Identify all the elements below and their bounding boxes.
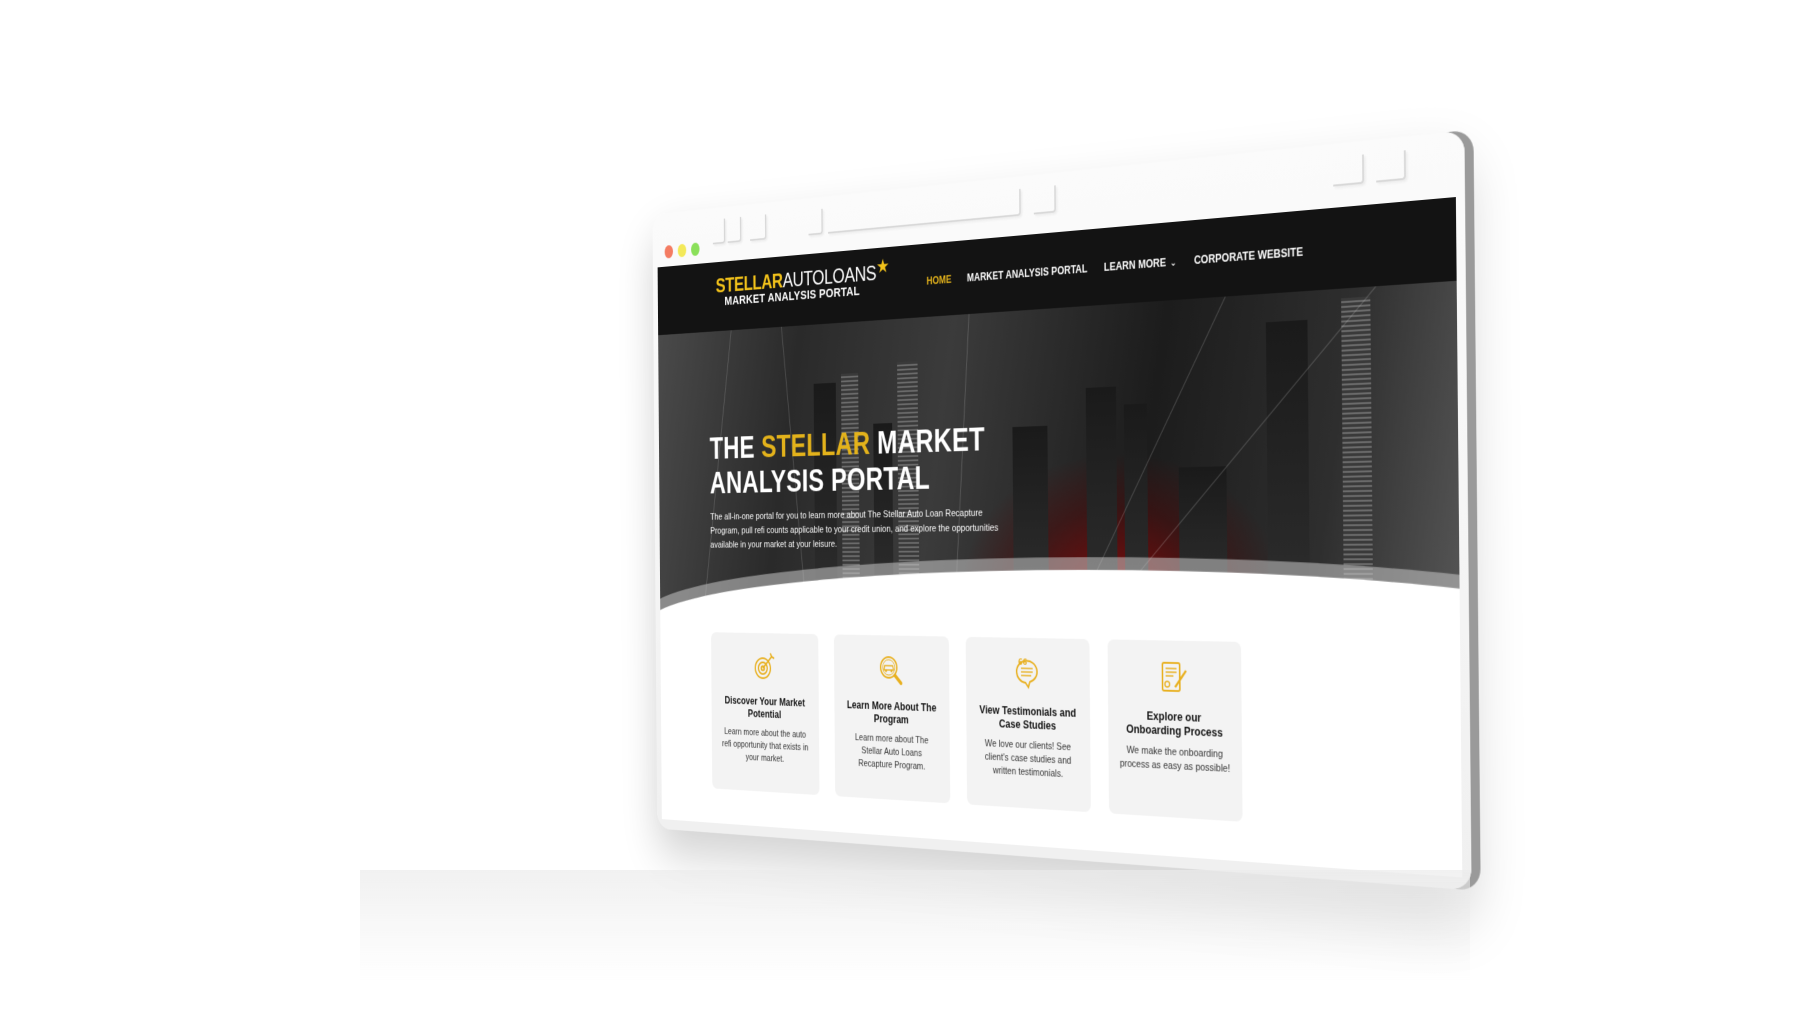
browser-tab-stub[interactable] xyxy=(749,214,767,241)
card-description: Learn more about The Stellar Auto Loans … xyxy=(854,732,929,773)
nav-corporate-website[interactable]: CORPORATE WEBSITE xyxy=(1194,245,1303,267)
browser-window: STELLARAUTOLOANS★ MARKET ANALYSIS PORTAL… xyxy=(652,130,1472,891)
card-title: Explore our Onboarding Process xyxy=(1126,709,1223,740)
nav-home[interactable]: HOME xyxy=(926,273,951,287)
page-viewport: STELLARAUTOLOANS★ MARKET ANALYSIS PORTAL… xyxy=(657,197,1463,878)
hero-section: THE STELLAR MARKET ANALYSIS PORTAL The a… xyxy=(658,280,1460,620)
svg-text:66: 66 xyxy=(1018,658,1027,668)
hero-title-highlight: STELLAR xyxy=(761,425,871,465)
card-testimonials[interactable]: 66 View Testimonials and Case Studies We… xyxy=(965,636,1091,813)
card-onboarding-process[interactable]: Explore our Onboarding Process We make t… xyxy=(1107,639,1243,822)
hero-light-streak xyxy=(1113,286,1377,603)
nav-learn-more-label: LEARN MORE xyxy=(1103,256,1167,274)
chevron-down-icon: ⌄ xyxy=(1169,257,1177,269)
hero-building xyxy=(1341,296,1373,580)
card-description: We make the onboarding process as easy a… xyxy=(1119,744,1231,775)
card-description: We love our clients! See client's case s… xyxy=(984,738,1072,780)
nav-learn-more[interactable]: LEARN MORE ⌄ xyxy=(1104,255,1177,274)
site-logo[interactable]: STELLARAUTOLOANS★ MARKET ANALYSIS PORTAL xyxy=(716,255,890,309)
card-description: Learn more about the auto refi opportuni… xyxy=(722,726,809,765)
hero-building xyxy=(1178,466,1228,580)
browser-tab-stub[interactable] xyxy=(808,208,823,236)
hero-content: THE STELLAR MARKET ANALYSIS PORTAL The a… xyxy=(709,420,1001,552)
minimize-window-button[interactable] xyxy=(677,243,687,258)
hero-building xyxy=(1085,386,1118,580)
star-icon: ★ xyxy=(876,254,890,278)
target-icon xyxy=(751,650,776,684)
card-learn-about-program[interactable]: Learn More About The Program Learn more … xyxy=(833,634,951,804)
mockup-reflection xyxy=(360,870,1470,1029)
main-menu: HOME MARKET ANALYSIS PORTAL LEARN MORE ⌄ … xyxy=(926,245,1303,287)
close-window-button[interactable] xyxy=(664,244,674,259)
card-title: Learn More About The Program xyxy=(846,698,937,727)
browser-tab-stub[interactable] xyxy=(1375,150,1406,183)
hero-building xyxy=(1012,425,1049,579)
magnifier-car-icon xyxy=(877,652,904,687)
card-title: Discover Your Market Potential xyxy=(724,694,806,721)
mockup-stage: STELLARAUTOLOANS★ MARKET ANALYSIS PORTAL… xyxy=(0,0,1800,1029)
card-discover-market-potential[interactable]: Discover Your Market Potential Learn mor… xyxy=(711,632,820,796)
hero-wave-divider xyxy=(658,569,1460,620)
browser-tab-stub[interactable] xyxy=(712,218,726,245)
browser-tab-stub[interactable] xyxy=(1033,185,1056,215)
hero-building xyxy=(1265,319,1310,580)
hero-title: THE STELLAR MARKET ANALYSIS PORTAL xyxy=(709,420,1001,500)
nav-market-analysis-portal[interactable]: MARKET ANALYSIS PORTAL xyxy=(967,262,1088,284)
contract-sign-icon xyxy=(1158,659,1190,697)
testimonial-bubble-icon: 66 xyxy=(1012,656,1041,693)
hero-subtitle: The all-in-one portal for you to learn m… xyxy=(710,507,999,551)
feature-cards: Discover Your Market Potential Learn mor… xyxy=(711,632,1243,822)
browser-tab-stub[interactable] xyxy=(1332,154,1365,187)
hero-title-prefix: THE xyxy=(709,429,762,466)
maximize-window-button[interactable] xyxy=(690,242,700,257)
hero-building xyxy=(1123,403,1149,580)
address-bar[interactable] xyxy=(827,188,1021,234)
browser-tab-stub[interactable] xyxy=(727,216,742,244)
card-title: View Testimonials and Case Studies xyxy=(979,703,1077,733)
